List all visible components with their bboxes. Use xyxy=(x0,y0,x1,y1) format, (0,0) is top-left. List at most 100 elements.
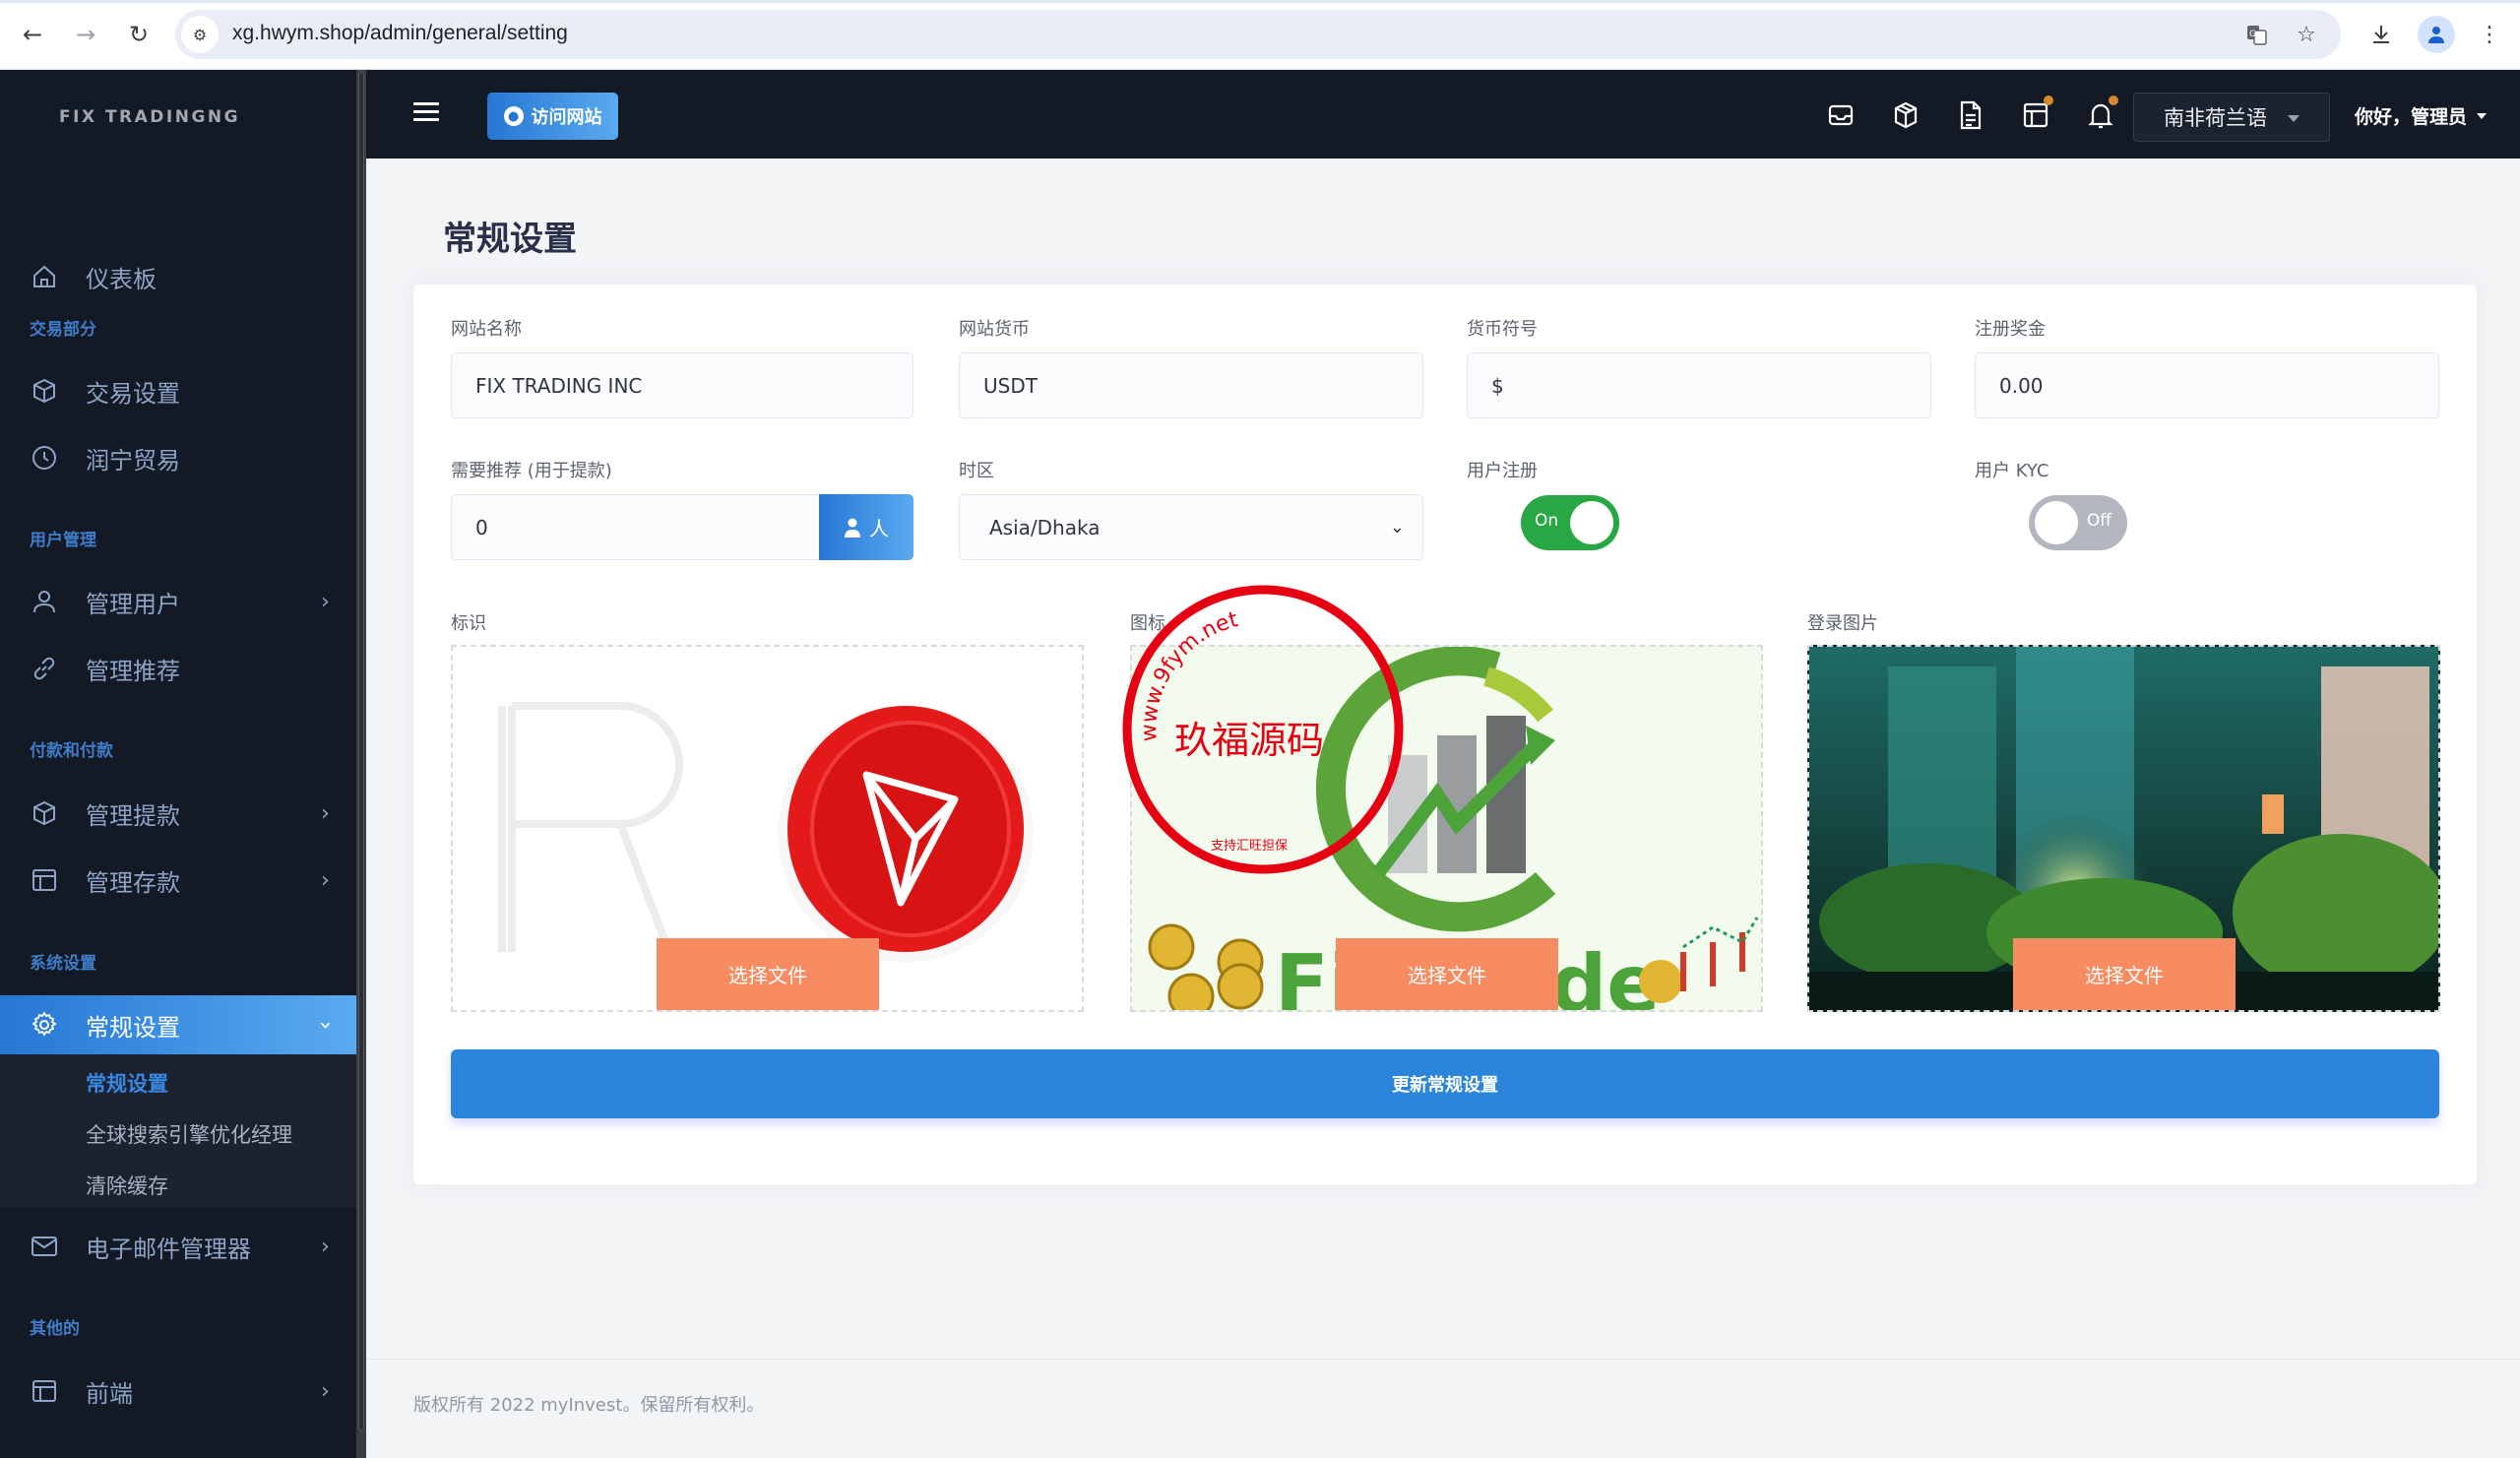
home-icon xyxy=(30,262,59,291)
sidebar-item-trade-settings[interactable]: 交易设置 xyxy=(0,360,356,421)
referral-required-input[interactable]: 0 xyxy=(451,494,821,560)
visit-site-label: 访问网站 xyxy=(531,107,602,128)
login-image-choose-file-button[interactable]: 选择文件 xyxy=(2013,938,2236,1010)
referral-required-label: 需要推荐 (用于提款) xyxy=(451,461,612,481)
table-icon xyxy=(30,865,59,895)
currency-symbol-input[interactable]: $ xyxy=(1467,352,1931,418)
greeting: 你好，管理员 xyxy=(2355,106,2468,128)
referral-addon-text: 人 xyxy=(869,517,889,540)
sidebar-item-runing-trade[interactable]: 润宁贸易 xyxy=(0,427,356,488)
user-kyc-toggle[interactable]: Off xyxy=(2029,495,2127,550)
submenu-item-general-settings[interactable]: 常规设置 xyxy=(86,1068,168,1098)
inbox-icon[interactable] xyxy=(1825,99,1857,131)
page-title: 常规设置 xyxy=(443,220,577,259)
tab-strip-edge xyxy=(0,0,2520,3)
forward-icon[interactable]: → xyxy=(69,18,102,51)
currency-symbol-value: $ xyxy=(1491,373,1504,398)
logo-choose-file-button[interactable]: 选择文件 xyxy=(657,938,879,1010)
sidebar-item-manage-deposits[interactable]: 管理存款 › xyxy=(0,850,356,911)
toggle-knob xyxy=(2035,501,2078,544)
translate-icon[interactable]: G xyxy=(2242,20,2272,49)
submenu-item-global-seo[interactable]: 全球搜索引擎优化经理 xyxy=(86,1119,292,1149)
favicon-choose-file-button[interactable]: 选择文件 xyxy=(1336,938,1558,1010)
sidebar-item-dashboard[interactable]: 仪表板 xyxy=(0,246,356,307)
chevron-right-icon: › xyxy=(321,867,330,893)
site-name-input[interactable]: FIX TRADING INC xyxy=(451,352,914,418)
chevron-down-icon: › xyxy=(312,1020,338,1030)
user-icon xyxy=(845,518,860,538)
site-name-label: 网站名称 xyxy=(451,319,522,340)
back-icon[interactable]: ← xyxy=(16,18,49,51)
bookmark-star-icon[interactable]: ☆ xyxy=(2292,20,2321,49)
top-header: ● 访问网站 南非荷兰语 你好，管理员 xyxy=(366,70,2520,158)
address-bar[interactable]: ⚙ xg.hwym.shop/admin/general/setting G ☆ xyxy=(175,10,2341,59)
user-menu[interactable]: 你好，管理员 xyxy=(2355,102,2488,129)
footer-divider xyxy=(366,1359,2520,1360)
layout-icon xyxy=(30,1376,59,1406)
visit-site-button[interactable]: ● 访问网站 xyxy=(487,93,618,140)
cube-icon xyxy=(30,376,59,406)
site-currency-input[interactable]: USDT xyxy=(959,352,1423,418)
sidebar-item-label: 电子邮件管理器 xyxy=(86,1235,251,1263)
referral-addon: 人 xyxy=(819,494,914,560)
link-icon xyxy=(30,654,59,683)
user-registration-label: 用户注册 xyxy=(1467,461,1538,481)
site-currency-label: 网站货币 xyxy=(959,319,1030,340)
user-icon xyxy=(30,587,59,616)
update-settings-button[interactable]: 更新常规设置 xyxy=(451,1049,2439,1118)
profile-icon[interactable] xyxy=(2418,16,2455,53)
more-menu-icon[interactable]: ⋮ xyxy=(2473,18,2506,51)
reload-icon[interactable]: ↻ xyxy=(122,18,156,51)
cube-icon xyxy=(30,798,59,828)
svg-text:G: G xyxy=(2249,30,2256,39)
sidebar-item-label: 常规设置 xyxy=(86,1013,180,1042)
sidebar-item-email-manager[interactable]: 电子邮件管理器 › xyxy=(0,1216,356,1277)
timezone-value: Asia/Dhaka xyxy=(989,515,1101,539)
login-image-preview: 选择文件 xyxy=(1807,645,2440,1012)
toggle-off-text: Off xyxy=(2086,511,2111,531)
menu-toggle-icon[interactable] xyxy=(413,102,439,122)
submenu-item-clear-cache[interactable]: 清除缓存 xyxy=(86,1171,168,1200)
document-icon[interactable] xyxy=(1955,99,1986,131)
sidebar-section-title: 付款和付款 xyxy=(30,741,113,761)
mail-icon xyxy=(30,1232,59,1261)
user-registration-toggle[interactable]: On xyxy=(1521,495,1619,550)
sidebar-item-label: 润宁贸易 xyxy=(86,446,180,475)
sidebar-item-manage-withdrawals[interactable]: 管理提款 › xyxy=(0,783,356,844)
sidebar-section-title: 用户管理 xyxy=(30,531,96,550)
sidebar-section-title: 系统设置 xyxy=(30,954,96,974)
browser-toolbar: ← → ↻ ⚙ xg.hwym.shop/admin/general/setti… xyxy=(0,0,2520,70)
sidebar-item-label: 管理提款 xyxy=(86,801,180,830)
signup-bonus-input[interactable]: 0.00 xyxy=(1975,352,2439,418)
sidebar-item-label: 前端 xyxy=(86,1379,133,1408)
sidebar-item-manage-referrals[interactable]: 管理推荐 xyxy=(0,638,356,699)
sidebar-item-general-settings[interactable]: 常规设置 › xyxy=(0,995,356,1054)
gear-icon xyxy=(30,1010,59,1040)
timezone-label: 时区 xyxy=(959,461,994,481)
sidebar-submenu: 常规设置 全球搜索引擎优化经理 清除缓存 xyxy=(0,1054,356,1208)
sidebar-scrollbar[interactable] xyxy=(356,70,366,1458)
chevron-right-icon: › xyxy=(321,1378,330,1404)
brand-logo[interactable]: FIX TRADINGNG xyxy=(59,107,240,127)
caret-down-icon xyxy=(2477,112,2488,119)
timezone-select[interactable]: Asia/Dhaka ⌄ xyxy=(959,494,1423,560)
watermark-stamp: 玖福源码 支持汇旺担保 www.9fym.net xyxy=(1122,585,1404,874)
notification-badge xyxy=(2109,95,2118,105)
language-value: 南非荷兰语 xyxy=(2164,106,2267,130)
login-image-label: 登录图片 xyxy=(1807,613,1878,634)
signup-bonus-value: 0.00 xyxy=(1999,373,2044,398)
cube-icon[interactable] xyxy=(1890,99,1922,131)
sidebar-item-frontend[interactable]: 前端 › xyxy=(0,1361,356,1422)
sidebar-item-manage-users[interactable]: 管理用户 › xyxy=(0,571,356,632)
chevron-right-icon: › xyxy=(321,800,330,826)
download-icon[interactable] xyxy=(2364,18,2398,51)
language-select[interactable]: 南非荷兰语 xyxy=(2133,93,2330,142)
bell-icon[interactable] xyxy=(2085,95,2118,131)
site-currency-value: USDT xyxy=(983,373,1038,398)
layout-icon[interactable] xyxy=(2020,95,2053,131)
logo-label: 标识 xyxy=(451,613,486,634)
scrollbar-thumb[interactable] xyxy=(358,72,364,1430)
url-text[interactable]: xg.hwym.shop/admin/general/setting xyxy=(232,22,568,45)
toggle-on-text: On xyxy=(1535,511,1559,531)
site-info-icon[interactable]: ⚙ xyxy=(181,16,219,53)
